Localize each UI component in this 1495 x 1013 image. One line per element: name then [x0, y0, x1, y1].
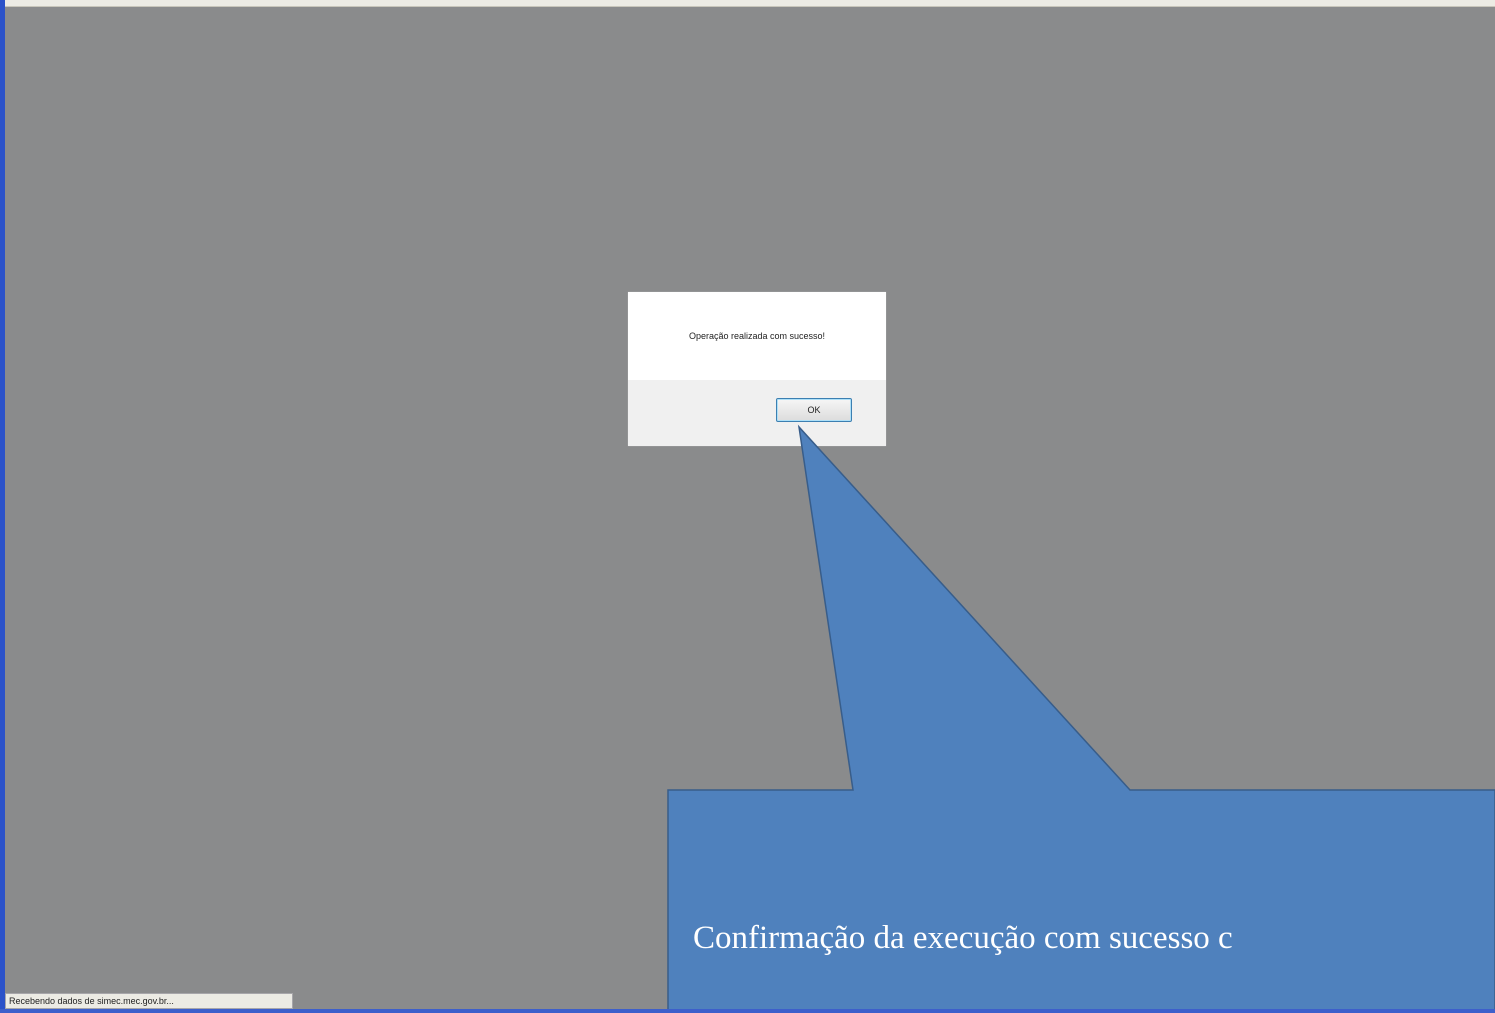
- callout-text-area: Confirmação da execução com sucesso c: [668, 790, 1495, 1013]
- status-bar: Recebendo dados de simec.mec.gov.br...: [5, 993, 293, 1009]
- callout-text: Confirmação da execução com sucesso c: [693, 920, 1233, 956]
- browser-window: Operação realizada com sucesso! OK Confi…: [0, 0, 1495, 1013]
- window-bottom-border: [0, 1009, 1495, 1013]
